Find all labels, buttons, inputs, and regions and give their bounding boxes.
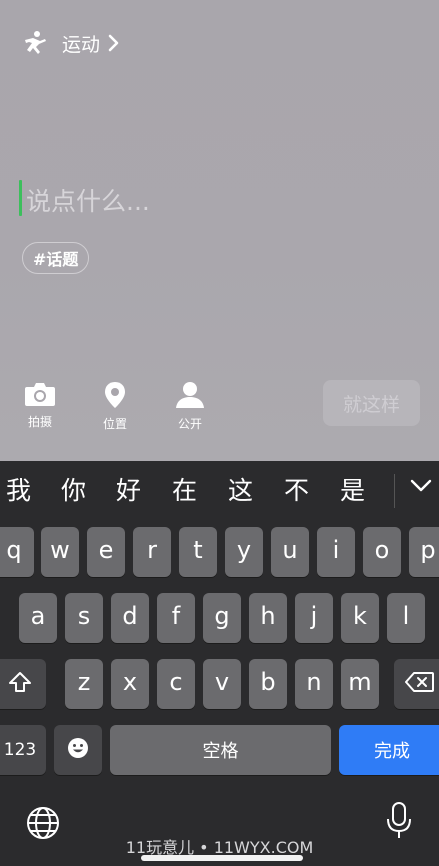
candidate-word[interactable]: 我 bbox=[6, 471, 31, 507]
key-m[interactable]: m bbox=[341, 659, 379, 709]
key-u[interactable]: u bbox=[271, 527, 309, 577]
keyboard: 我 你 好 在 这 不 是 q w e r t y u i o p a s d … bbox=[0, 461, 439, 866]
candidate-word[interactable]: 你 bbox=[61, 471, 86, 507]
candidate-bar: 我 你 好 在 这 不 是 bbox=[0, 461, 439, 523]
key-d[interactable]: d bbox=[111, 593, 149, 643]
compose-area: 运动 说点什么... #话题 拍摄 位置 公开 就这样 bbox=[0, 0, 439, 461]
key-e[interactable]: e bbox=[87, 527, 125, 577]
key-v[interactable]: v bbox=[203, 659, 241, 709]
running-person-icon bbox=[25, 31, 46, 54]
key-s[interactable]: s bbox=[65, 593, 103, 643]
key-b[interactable]: b bbox=[249, 659, 287, 709]
candidate-word[interactable]: 这 bbox=[228, 471, 253, 507]
key-c[interactable]: c bbox=[157, 659, 195, 709]
shift-arrow-icon bbox=[9, 672, 31, 692]
key-z[interactable]: z bbox=[65, 659, 103, 709]
emoji-key[interactable] bbox=[54, 725, 102, 775]
key-n[interactable]: n bbox=[295, 659, 333, 709]
shift-key[interactable] bbox=[0, 659, 46, 709]
key-p[interactable]: p bbox=[409, 527, 439, 577]
key-r[interactable]: r bbox=[133, 527, 171, 577]
key-y[interactable]: y bbox=[225, 527, 263, 577]
key-l[interactable]: l bbox=[387, 593, 425, 643]
backspace-key[interactable] bbox=[394, 659, 439, 709]
location-button[interactable]: 位置 bbox=[95, 381, 135, 432]
candidate-divider bbox=[394, 474, 395, 508]
key-f[interactable]: f bbox=[157, 593, 195, 643]
camera-icon bbox=[25, 383, 55, 406]
space-key[interactable]: 空格 bbox=[110, 725, 331, 775]
visibility-label: 公开 bbox=[177, 417, 202, 431]
candidate-word[interactable]: 是 bbox=[340, 471, 365, 507]
key-a[interactable]: a bbox=[19, 593, 57, 643]
key-i[interactable]: i bbox=[317, 527, 355, 577]
chevron-down-icon[interactable] bbox=[410, 479, 432, 493]
candidate-word[interactable]: 好 bbox=[116, 471, 141, 507]
camera-button[interactable]: 拍摄 bbox=[20, 381, 60, 430]
candidate-word[interactable]: 在 bbox=[172, 471, 197, 507]
key-j[interactable]: j bbox=[295, 593, 333, 643]
backspace-icon bbox=[405, 672, 434, 692]
chevron-right-icon bbox=[108, 34, 119, 52]
numbers-key[interactable]: 123 bbox=[0, 725, 46, 775]
submit-button[interactable]: 就这样 bbox=[323, 380, 420, 426]
topic-tag-button[interactable]: #话题 bbox=[22, 242, 90, 274]
camera-label: 拍摄 bbox=[27, 415, 52, 429]
location-label: 位置 bbox=[102, 417, 127, 431]
sport-selector[interactable]: 运动 bbox=[22, 28, 120, 58]
candidate-word[interactable]: 不 bbox=[284, 471, 309, 507]
text-caret bbox=[19, 180, 22, 216]
post-text-input[interactable]: 说点什么... bbox=[26, 182, 150, 218]
location-pin-icon bbox=[105, 382, 125, 408]
sport-label: 运动 bbox=[62, 33, 101, 56]
key-o[interactable]: o bbox=[363, 527, 401, 577]
emoji-icon bbox=[68, 738, 88, 758]
key-t[interactable]: t bbox=[179, 527, 217, 577]
done-key[interactable]: 完成 bbox=[339, 725, 439, 775]
key-w[interactable]: w bbox=[41, 527, 79, 577]
visibility-button[interactable]: 公开 bbox=[170, 381, 210, 432]
key-q[interactable]: q bbox=[0, 527, 34, 577]
person-icon bbox=[176, 382, 204, 408]
key-x[interactable]: x bbox=[111, 659, 149, 709]
key-g[interactable]: g bbox=[203, 593, 241, 643]
key-k[interactable]: k bbox=[341, 593, 379, 643]
key-h[interactable]: h bbox=[249, 593, 287, 643]
home-indicator[interactable] bbox=[141, 855, 303, 861]
